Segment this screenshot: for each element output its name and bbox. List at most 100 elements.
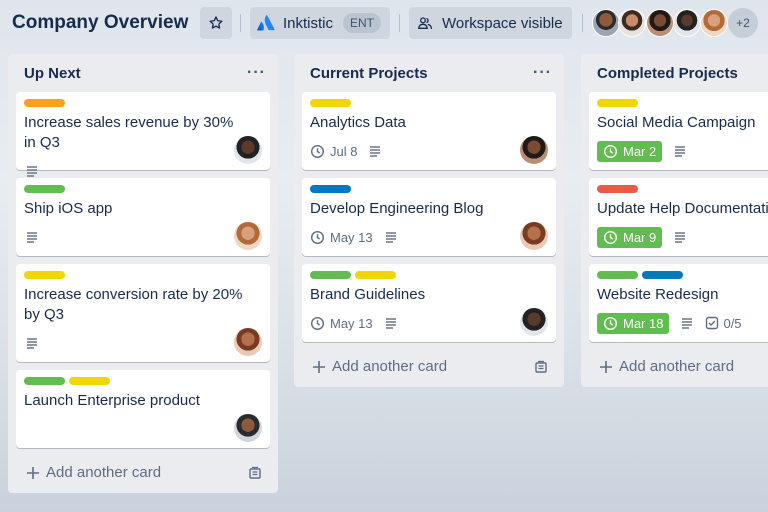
add-card-row: Add another card: [581, 350, 768, 387]
card-labels: [24, 99, 262, 107]
card-title: Social Media Campaign: [597, 114, 756, 131]
card[interactable]: Develop Engineering Blog May 13: [302, 178, 556, 256]
card-label[interactable]: [310, 271, 351, 279]
due-date-complete-badge[interactable]: Mar 9: [597, 226, 663, 248]
card-label[interactable]: [642, 271, 683, 279]
card-member-avatar[interactable]: [234, 414, 262, 442]
list-title[interactable]: Completed Projects: [597, 65, 738, 82]
card-labels: [597, 185, 768, 193]
card-label[interactable]: [24, 271, 65, 279]
list-title[interactable]: Current Projects: [310, 65, 428, 82]
due-date-complete-badge[interactable]: Mar 18: [597, 312, 670, 334]
atlassian-logo-icon: [257, 14, 275, 31]
card[interactable]: Brand Guidelines May 13: [302, 264, 556, 342]
avatar[interactable]: [646, 9, 674, 37]
due-date-badge[interactable]: May 13: [310, 316, 373, 331]
due-date-badge[interactable]: Jul 8: [310, 144, 357, 159]
card[interactable]: Analytics Data Jul 8: [302, 92, 556, 170]
card-title: Launch Enterprise product: [24, 392, 200, 409]
card-label[interactable]: [24, 377, 65, 385]
due-date-badge[interactable]: May 13: [310, 230, 373, 245]
list-header: Current Projects ···: [294, 54, 564, 92]
description-lines-icon: [675, 146, 686, 157]
due-date-text: May 13: [330, 229, 373, 245]
list-menu-button[interactable]: ···: [533, 64, 552, 82]
card-member-avatar[interactable]: [234, 222, 262, 250]
add-card-button[interactable]: Add another card: [26, 464, 161, 481]
add-card-button[interactable]: Add another card: [599, 358, 734, 375]
clock-icon: [603, 230, 618, 244]
description-lines-icon: [27, 232, 37, 243]
card[interactable]: Social Media Campaign Mar 2: [589, 92, 768, 170]
due-date-text: May 13: [330, 315, 373, 331]
avatar[interactable]: [673, 9, 701, 37]
more-members-button[interactable]: +2: [728, 8, 758, 38]
card-label[interactable]: [597, 99, 638, 107]
header-divider: [582, 14, 583, 32]
card-title: Brand Guidelines: [310, 286, 426, 303]
card-template-icon[interactable]: [248, 466, 262, 480]
card-title: Analytics Data: [310, 114, 406, 131]
card-labels: [24, 271, 262, 279]
card-title: Website Redesign: [597, 286, 719, 303]
card-member-avatar[interactable]: [520, 136, 548, 164]
list-menu-button[interactable]: ···: [247, 64, 266, 82]
card-label[interactable]: [310, 185, 351, 193]
card-member-avatar[interactable]: [234, 136, 262, 164]
card-label[interactable]: [597, 271, 638, 279]
star-icon: [209, 16, 223, 29]
card-labels: [597, 271, 768, 279]
list-completed-projects: Completed Projects Social Media Campaign…: [581, 54, 768, 387]
card[interactable]: Increase sales revenue by 30% in Q3: [16, 92, 270, 177]
header-divider: [399, 14, 400, 32]
list-title[interactable]: Up Next: [24, 65, 81, 82]
checklist-badge[interactable]: 0/5: [705, 316, 742, 331]
card[interactable]: Ship iOS app: [16, 178, 270, 256]
clock-icon: [603, 316, 618, 330]
due-date-text: Mar 18: [623, 315, 664, 331]
description-lines-icon: [385, 318, 396, 329]
add-card-row: Add another card: [294, 350, 564, 387]
avatar[interactable]: [618, 9, 646, 37]
description-lines-icon: [675, 232, 686, 243]
card-label[interactable]: [24, 185, 65, 193]
card-template-icon[interactable]: [534, 360, 548, 374]
card-labels: [24, 185, 262, 193]
card-label[interactable]: [597, 185, 638, 193]
card[interactable]: Increase conversion rate by 20% by Q3: [16, 264, 270, 362]
plus-icon: [600, 360, 612, 373]
board-title[interactable]: Company Overview: [12, 12, 188, 34]
avatar[interactable]: [592, 9, 620, 37]
star-board-button[interactable]: [200, 7, 232, 39]
add-card-button[interactable]: Add another card: [312, 358, 447, 375]
card-title: Increase sales revenue by 30% in Q3: [24, 114, 234, 151]
card-member-avatar[interactable]: [520, 308, 548, 336]
list-inner: Completed Projects Social Media Campaign…: [581, 54, 768, 387]
plus-icon: [27, 466, 39, 479]
card-title: Increase conversion rate by 20% by Q3: [24, 286, 243, 323]
card-member-avatar[interactable]: [234, 328, 262, 356]
more-icon: ···: [247, 64, 266, 81]
due-date-complete-badge[interactable]: Mar 2: [597, 140, 663, 162]
avatar[interactable]: [700, 9, 728, 37]
visibility-button[interactable]: Workspace visible: [409, 7, 572, 39]
card[interactable]: Update Help Documentation Mar 9: [589, 178, 768, 256]
card-labels: [597, 99, 768, 107]
card-badges: [24, 331, 262, 355]
card-label[interactable]: [24, 99, 65, 107]
card-badges: May 13: [310, 225, 548, 249]
board-members: +2: [592, 8, 768, 38]
card-label[interactable]: [69, 377, 110, 385]
card-label[interactable]: [355, 271, 396, 279]
due-date-text: Jul 8: [330, 143, 358, 159]
card-labels: [310, 271, 548, 279]
card-label[interactable]: [310, 99, 351, 107]
card[interactable]: Website Redesign Mar 18 0/5: [589, 264, 768, 342]
board-header: Company Overview Inktistic ENT Workspace…: [0, 0, 768, 46]
workspace-button[interactable]: Inktistic ENT: [250, 7, 390, 39]
checklist-icon: [706, 316, 719, 330]
list-header: Completed Projects: [581, 54, 768, 92]
card-member-avatar[interactable]: [520, 222, 548, 250]
card[interactable]: Launch Enterprise product: [16, 370, 270, 448]
clock-icon: [310, 230, 325, 244]
